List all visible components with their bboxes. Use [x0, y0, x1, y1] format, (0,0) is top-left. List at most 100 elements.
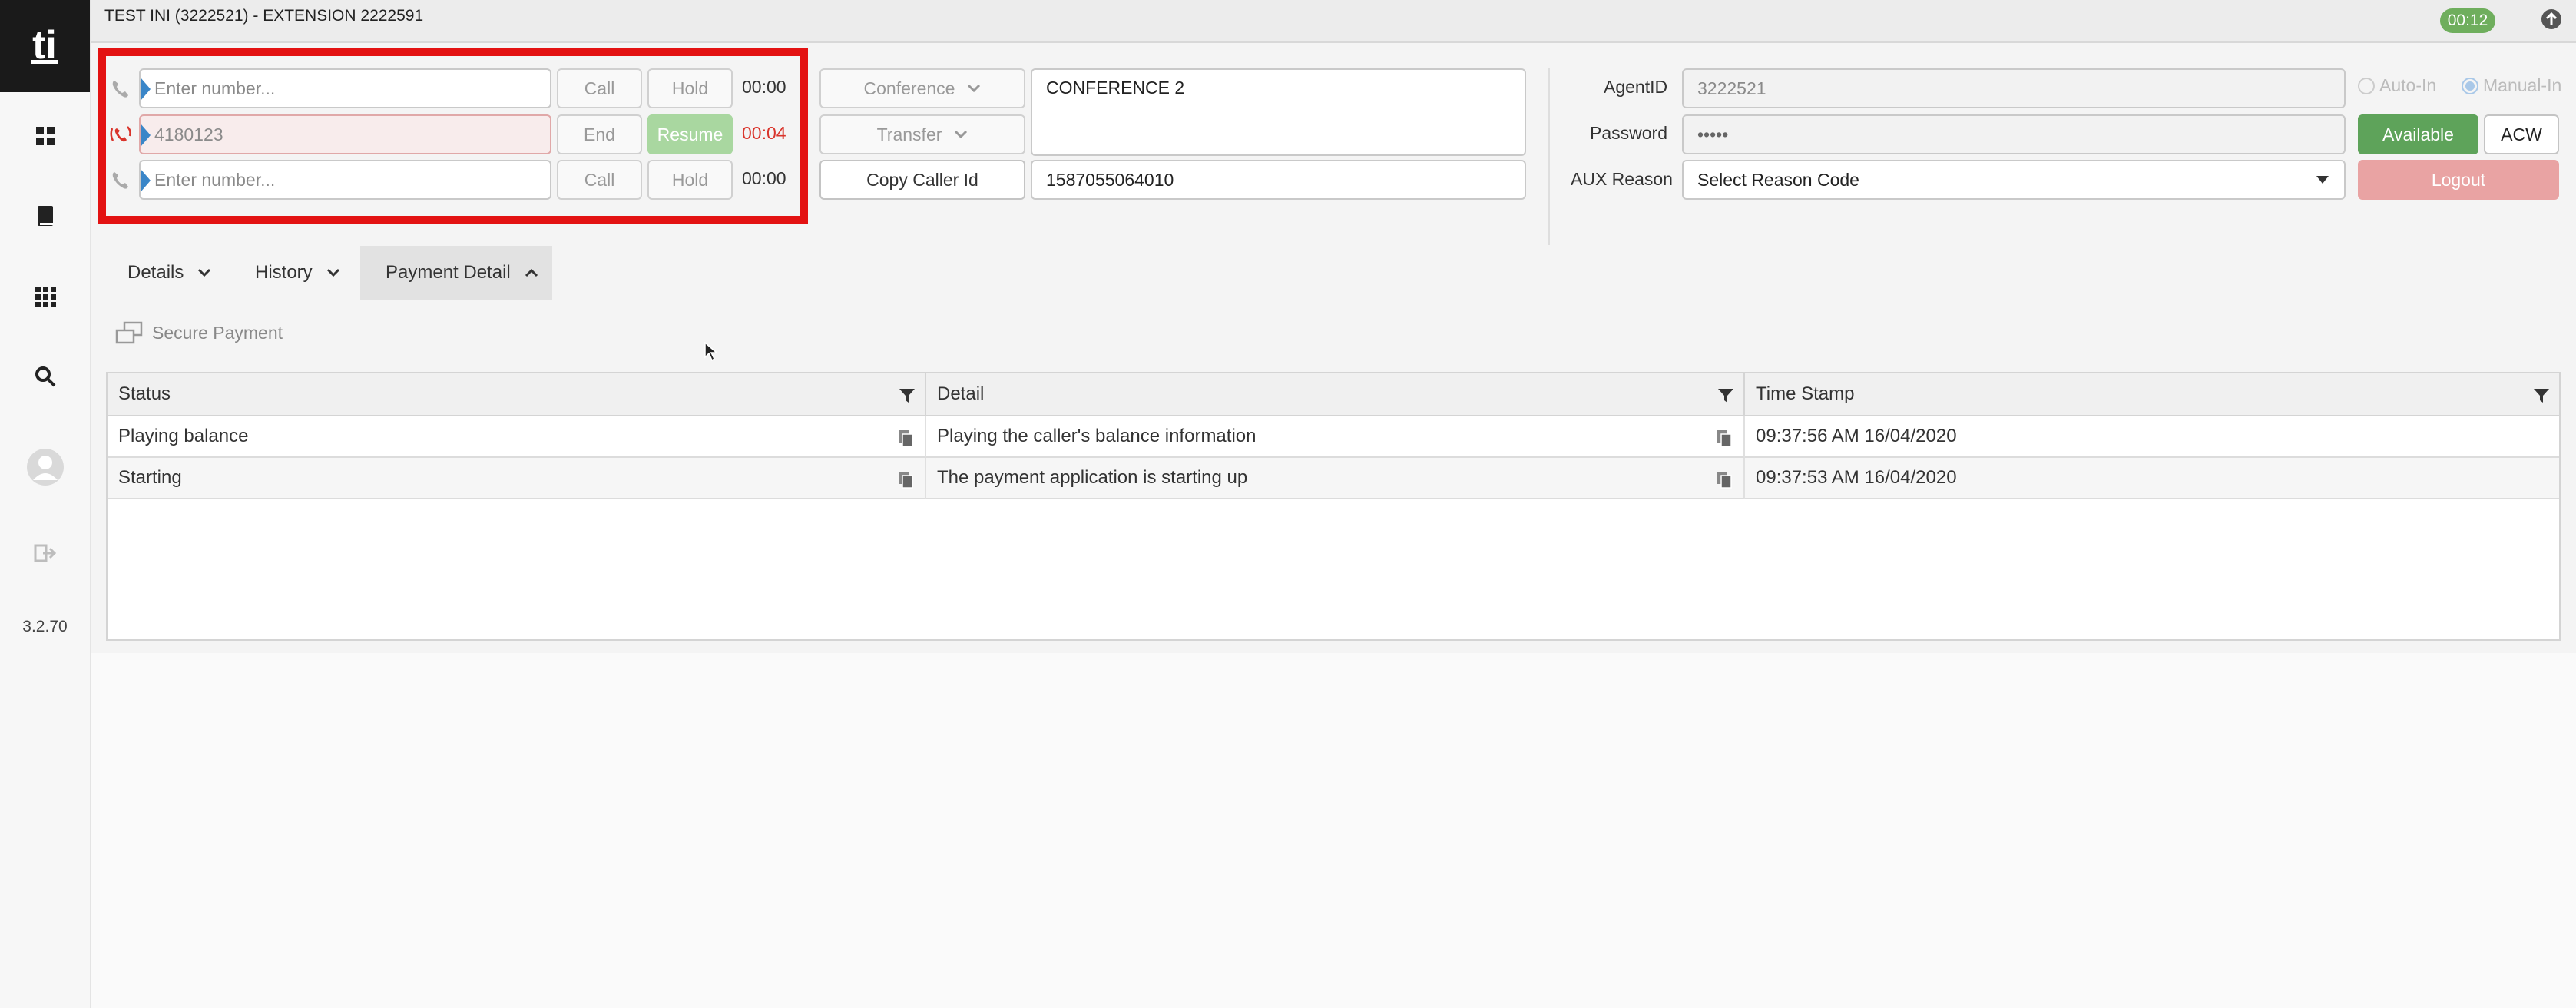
phone-icon	[111, 171, 129, 194]
line3-number-input[interactable]: Enter number...	[139, 160, 551, 200]
line-marker-icon	[141, 169, 151, 192]
book-icon[interactable]	[0, 193, 90, 239]
line3-call-button[interactable]: Call	[557, 160, 642, 200]
tab-details-label: Details	[127, 262, 184, 283]
secure-payment-button[interactable]: Secure Payment	[115, 321, 283, 344]
available-button[interactable]: Available	[2358, 114, 2478, 154]
transfer-label: Transfer	[876, 124, 942, 144]
line1-hold-button[interactable]: Hold	[647, 68, 733, 108]
filter-icon[interactable]	[2533, 387, 2550, 404]
line3-hold-button[interactable]: Hold	[647, 160, 733, 200]
logout-button[interactable]: Logout	[2358, 160, 2559, 200]
tab-history-label: History	[255, 262, 313, 283]
phone-icon	[111, 79, 129, 103]
caret-down-icon	[2316, 176, 2329, 184]
copy-icon[interactable]	[1716, 470, 1733, 489]
logout-icon[interactable]	[0, 530, 90, 576]
password-value: •••••	[1697, 124, 1729, 144]
tab-payment-detail[interactable]: Payment Detail	[360, 246, 552, 300]
mouse-cursor-icon	[704, 341, 719, 366]
tab-history[interactable]: History	[241, 246, 354, 300]
column-header-label: Status	[118, 383, 171, 404]
auto-in-radio[interactable]: Auto-In	[2358, 75, 2436, 96]
agent-id-value: 3222521	[1697, 78, 1766, 98]
column-header-detail[interactable]: Detail	[926, 373, 1745, 416]
line1-placeholder: Enter number...	[154, 78, 276, 98]
radio-selected-icon	[2462, 77, 2478, 94]
copy-icon[interactable]	[897, 470, 914, 489]
aux-reason-label: AUX Reason	[1571, 169, 1673, 189]
line1-call-button[interactable]: Call	[557, 68, 642, 108]
tab-payment-detail-label: Payment Detail	[386, 262, 511, 283]
cell-text: Playing balance	[118, 426, 249, 446]
transfer-dropdown[interactable]: Transfer	[819, 114, 1025, 154]
app-logo: ti	[0, 0, 90, 92]
sidebar: ti 3.2.70	[0, 0, 91, 1008]
line-marker-icon	[141, 78, 151, 101]
caller-id-field[interactable]: 1587055064010	[1031, 160, 1526, 200]
manual-in-radio[interactable]: Manual-In	[2462, 75, 2561, 96]
agent-id-label: AgentID	[1604, 77, 1668, 97]
scroll-up-icon[interactable]	[2540, 8, 2563, 35]
filter-icon[interactable]	[899, 387, 916, 404]
auto-in-label: Auto-In	[2379, 75, 2437, 95]
acw-button[interactable]: ACW	[2484, 114, 2559, 154]
table-cell-status[interactable]: Playing balance	[108, 416, 926, 458]
filter-icon[interactable]	[1717, 387, 1734, 404]
conference-notes-textarea[interactable]: CONFERENCE 2	[1031, 68, 1526, 156]
table-cell-timestamp[interactable]: 09:37:56 AM 16/04/2020	[1745, 416, 2559, 458]
table-cell-timestamp[interactable]: 09:37:53 AM 16/04/2020	[1745, 458, 2559, 499]
secure-payment-icon	[115, 321, 143, 344]
line1-timer: 00:00	[742, 77, 786, 97]
line2-timer: 00:04	[742, 123, 786, 143]
content-background	[91, 653, 2576, 1008]
aux-reason-value: Select Reason Code	[1697, 169, 1859, 190]
top-bar	[91, 0, 2576, 43]
line2-number-input[interactable]: 4180123	[139, 114, 551, 154]
conference-dropdown[interactable]: Conference	[819, 68, 1025, 108]
conference-label: Conference	[863, 78, 955, 98]
cell-text: 09:37:53 AM 16/04/2020	[1756, 467, 1957, 488]
line3-timer: 00:00	[742, 168, 786, 188]
avatar-icon[interactable]	[0, 443, 90, 492]
ringing-phone-icon	[109, 124, 132, 149]
chevron-down-icon	[326, 268, 339, 277]
aux-reason-select[interactable]: Select Reason Code	[1682, 160, 2346, 200]
column-header-status[interactable]: Status	[108, 373, 926, 416]
apps-grid-icon[interactable]	[0, 274, 90, 320]
line1-number-input[interactable]: Enter number...	[139, 68, 551, 108]
copy-icon[interactable]	[897, 429, 914, 447]
search-icon[interactable]	[0, 353, 90, 400]
cell-text: The payment application is starting up	[937, 467, 1248, 488]
vertical-divider	[1548, 68, 1550, 245]
line-marker-icon	[141, 124, 151, 147]
caller-id-value: 1587055064010	[1046, 169, 1174, 190]
chevron-down-icon	[955, 130, 968, 139]
cell-text: Starting	[118, 467, 182, 488]
line2-end-button[interactable]: End	[557, 114, 642, 154]
radio-icon	[2358, 77, 2375, 94]
agent-id-field[interactable]: 3222521	[1682, 68, 2346, 108]
line3-placeholder: Enter number...	[154, 169, 276, 190]
password-field[interactable]: •••••	[1682, 114, 2346, 154]
secure-payment-label: Secure Payment	[152, 322, 283, 343]
chevron-down-icon	[198, 268, 211, 277]
cell-text: 09:37:56 AM 16/04/2020	[1756, 426, 1957, 446]
column-header-time-stamp[interactable]: Time Stamp	[1745, 373, 2559, 416]
table-cell-detail[interactable]: The payment application is starting up	[926, 458, 1745, 499]
table-cell-detail[interactable]: Playing the caller's balance information	[926, 416, 1745, 458]
chevron-down-icon	[968, 84, 981, 93]
dashboard-icon[interactable]	[0, 113, 90, 159]
table-cell-status[interactable]: Starting	[108, 458, 926, 499]
line2-resume-button[interactable]: Resume	[647, 114, 733, 154]
line2-number: 4180123	[154, 124, 223, 144]
session-timer-badge: 00:12	[2440, 8, 2495, 33]
chevron-up-icon	[525, 268, 538, 277]
page-title: TEST INI (3222521) - EXTENSION 2222591	[104, 7, 424, 25]
conference-notes-text: CONFERENCE 2	[1046, 78, 1185, 98]
tab-details[interactable]: Details	[114, 246, 225, 300]
password-label: Password	[1590, 123, 1667, 143]
copy-caller-id-button[interactable]: Copy Caller Id	[819, 160, 1025, 200]
copy-icon[interactable]	[1716, 429, 1733, 447]
cell-text: Playing the caller's balance information	[937, 426, 1257, 446]
